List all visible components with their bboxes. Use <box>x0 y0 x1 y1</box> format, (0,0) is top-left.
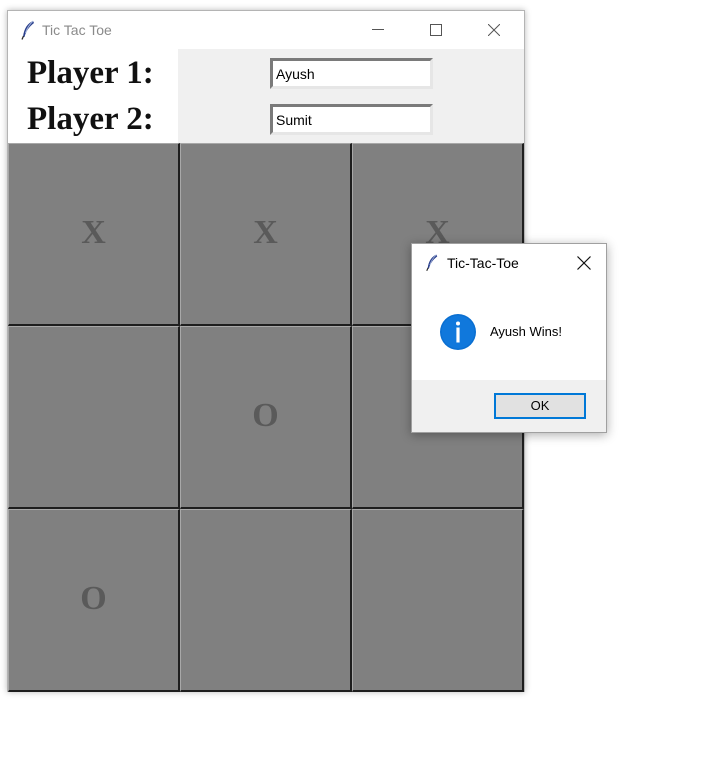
close-icon <box>488 24 500 36</box>
player1-name-input[interactable] <box>270 58 433 89</box>
board-cell-r2-c1[interactable] <box>8 326 180 509</box>
dialog-title-bar[interactable]: Tic-Tac-Toe <box>412 244 606 282</box>
player-panel: Player 1: Player 2: <box>8 49 524 143</box>
cell-mark: X <box>253 214 278 251</box>
cell-mark: O <box>252 397 279 434</box>
maximize-icon <box>430 24 442 36</box>
player2-label: Player 2: <box>27 101 154 137</box>
window-title: Tic Tac Toe <box>42 22 112 38</box>
feather-icon <box>425 253 439 272</box>
board-cell-r3-c3[interactable] <box>352 509 524 692</box>
minimize-button[interactable] <box>355 11 401 49</box>
board-cell-r1-c1[interactable]: X <box>8 143 180 326</box>
cell-mark: X <box>81 214 106 251</box>
message-dialog: Tic-Tac-Toe Ayush Wins! OK <box>411 243 607 433</box>
maximize-button[interactable] <box>413 11 459 49</box>
board-cell-r1-c2[interactable]: X <box>180 143 352 326</box>
cell-mark: O <box>80 580 107 617</box>
board-cell-r3-c2[interactable] <box>180 509 352 692</box>
info-icon <box>439 313 477 351</box>
close-icon <box>577 256 591 270</box>
dialog-footer: OK <box>412 380 606 432</box>
dialog-close-button[interactable] <box>570 251 598 275</box>
dialog-message: Ayush Wins! <box>490 324 563 339</box>
dialog-title: Tic-Tac-Toe <box>447 255 519 271</box>
title-bar[interactable]: Tic Tac Toe <box>8 11 524 49</box>
close-button[interactable] <box>471 11 517 49</box>
ok-button[interactable]: OK <box>494 393 586 419</box>
feather-icon <box>20 20 36 40</box>
player-label-column: Player 1: Player 2: <box>8 49 178 143</box>
player1-label: Player 1: <box>27 55 154 91</box>
board-cell-r3-c1[interactable]: O <box>8 509 180 692</box>
player2-name-input[interactable] <box>270 104 433 135</box>
minimize-icon <box>372 29 384 30</box>
board-cell-r2-c2[interactable]: O <box>180 326 352 509</box>
